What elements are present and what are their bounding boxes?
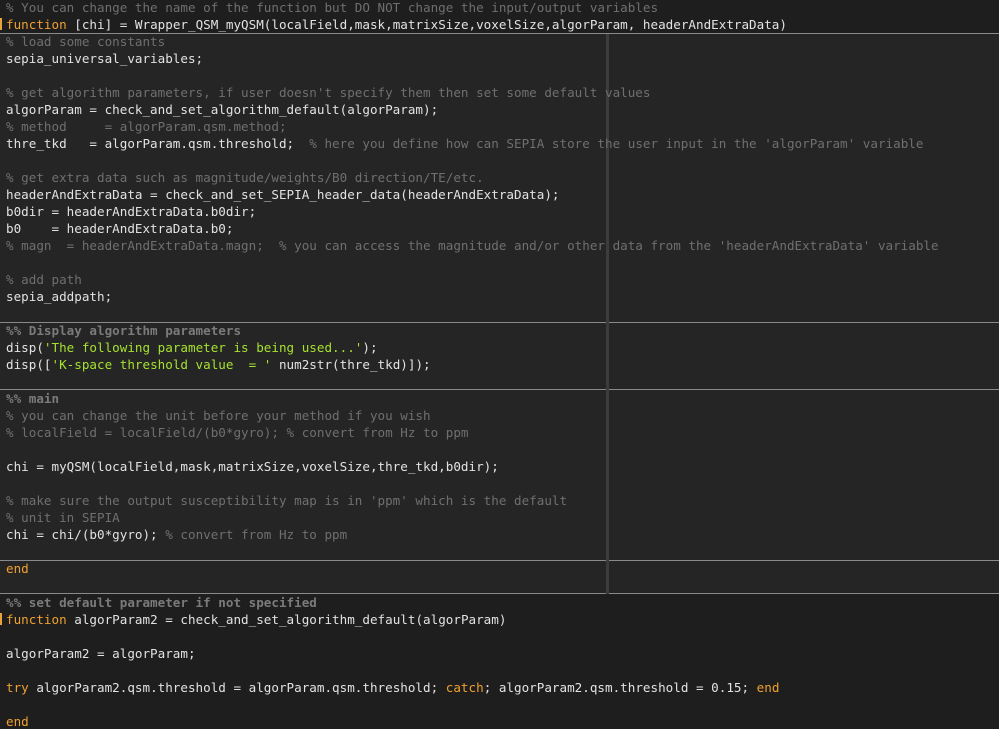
code-line-21[interactable]: disp('The following parameter is being u… bbox=[6, 339, 378, 356]
code-line-9[interactable]: thre_tkd = algorParam.qsm.threshold; % h… bbox=[6, 135, 923, 152]
code-line-1[interactable]: % You can change the name of the functio… bbox=[6, 0, 658, 16]
code-line-15[interactable]: % magn = headerAndExtraData.magn; % you … bbox=[6, 237, 939, 254]
section-header-default[interactable]: %% set default parameter if not specifie… bbox=[6, 594, 317, 611]
code-line-25[interactable]: % you can change the unit before your me… bbox=[6, 407, 431, 424]
code-statement: chi = chi/(b0*gyro); bbox=[6, 527, 158, 542]
function-signature: [chi] = Wrapper_QSM_myQSM(localField,mas… bbox=[66, 17, 787, 32]
code-line-39[interactable]: algorParam2 = algorParam; bbox=[6, 645, 196, 662]
code-token: disp( bbox=[6, 340, 44, 355]
inline-comment: % here you define how can SEPIA store th… bbox=[294, 136, 924, 151]
cell-background-end bbox=[0, 561, 999, 593]
string-literal: 'The following parameter is being used..… bbox=[43, 340, 363, 355]
code-line-41[interactable]: try algorParam2.qsm.threshold = algorPar… bbox=[6, 679, 779, 696]
code-line-30[interactable]: % make sure the output susceptibility ma… bbox=[6, 492, 567, 509]
keyword-try: try bbox=[6, 680, 29, 695]
code-line-2[interactable]: function [chi] = Wrapper_QSM_myQSM(local… bbox=[6, 16, 787, 33]
keyword-function: function bbox=[6, 612, 67, 627]
code-line-11[interactable]: % get extra data such as magnitude/weigh… bbox=[6, 169, 484, 186]
keyword-function: function bbox=[6, 17, 67, 32]
keyword-end: end bbox=[756, 680, 780, 695]
code-line-34[interactable]: end bbox=[6, 560, 29, 577]
code-line-6[interactable]: % get algorithm parameters, if user does… bbox=[6, 84, 650, 101]
code-line-31[interactable]: % unit in SEPIA bbox=[6, 509, 120, 526]
function-signature: algorParam2 = check_and_set_algorithm_de… bbox=[66, 612, 507, 627]
code-line-17[interactable]: % add path bbox=[6, 271, 82, 288]
code-token: num2str(thre_tkd)]); bbox=[271, 357, 431, 372]
code-line-37[interactable]: function algorParam2 = check_and_set_alg… bbox=[6, 611, 506, 628]
code-line-13[interactable]: b0dir = headerAndExtraData.b0dir; bbox=[6, 203, 256, 220]
code-token: ; algorParam2.qsm.threshold = 0.15; bbox=[483, 680, 757, 695]
code-line-26[interactable]: % localField = localField/(b0*gyro); % c… bbox=[6, 424, 469, 441]
inline-comment: % convert from Hz to ppm bbox=[157, 527, 348, 542]
cell-divider bbox=[0, 389, 999, 390]
cell-divider bbox=[0, 560, 999, 561]
code-line-8[interactable]: % method = algorParam.qsm.method; bbox=[6, 118, 287, 135]
code-statement: thre_tkd = algorParam.qsm.threshold; bbox=[6, 136, 295, 151]
code-line-22[interactable]: disp(['K-space threshold value = ' num2s… bbox=[6, 356, 431, 373]
keyword-catch: catch bbox=[445, 680, 484, 695]
code-token: ); bbox=[362, 340, 378, 355]
code-line-7[interactable]: algorParam = check_and_set_algorithm_def… bbox=[6, 101, 438, 118]
code-token: algorParam2.qsm.threshold = algorParam.q… bbox=[28, 680, 446, 695]
code-line-3[interactable]: % load some constants bbox=[6, 33, 165, 50]
code-editor[interactable]: % You can change the name of the functio… bbox=[0, 0, 999, 729]
string-literal: 'K-space threshold value = ' bbox=[51, 357, 272, 372]
fold-marker-icon[interactable] bbox=[0, 18, 2, 30]
code-line-28[interactable]: chi = myQSM(localField,mask,matrixSize,v… bbox=[6, 458, 499, 475]
code-line-4[interactable]: sepia_universal_variables; bbox=[6, 50, 203, 67]
section-header-display[interactable]: %% Display algorithm parameters bbox=[6, 322, 241, 339]
code-line-43[interactable]: end bbox=[6, 713, 29, 729]
code-line-18[interactable]: sepia_addpath; bbox=[6, 288, 112, 305]
code-token: disp([ bbox=[6, 357, 52, 372]
section-header-main[interactable]: %% main bbox=[6, 390, 59, 407]
code-line-32[interactable]: chi = chi/(b0*gyro); % convert from Hz t… bbox=[6, 526, 347, 543]
code-line-12[interactable]: headerAndExtraData = check_and_set_SEPIA… bbox=[6, 186, 560, 203]
code-line-14[interactable]: b0 = headerAndExtraData.b0; bbox=[6, 220, 233, 237]
right-margin-line bbox=[606, 34, 609, 594]
fold-marker-icon[interactable] bbox=[0, 613, 2, 625]
